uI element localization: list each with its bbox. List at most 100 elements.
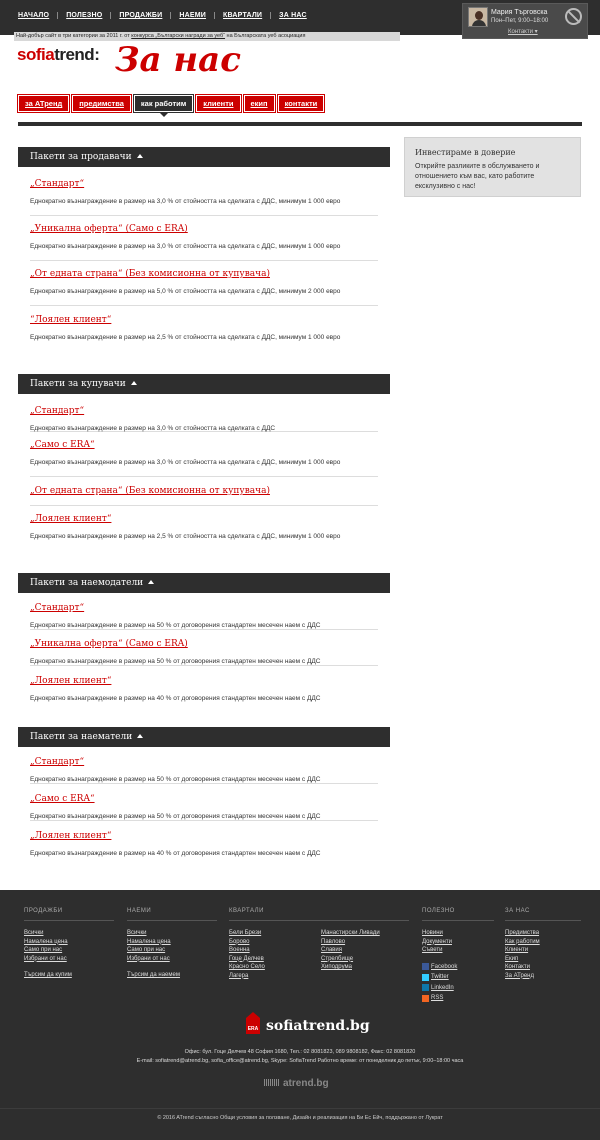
package-item: „Само с ERA“ Еднократно възнаграждение в… [30,794,378,821]
package-title[interactable]: „От едната страна“ (Без комисионна от ку… [30,486,378,496]
rss-link[interactable]: RSS [422,994,494,1003]
package-title[interactable]: „Лоялен клиент“ [30,831,378,841]
package-title[interactable]: „Само с ERA“ [30,440,378,450]
footer-link[interactable]: Всички [127,929,217,938]
nav-useful[interactable]: ПОЛЕЗНО [57,12,110,19]
package-desc: Еднократно възнаграждение в размер на 50… [30,776,321,783]
twitter-link[interactable]: Twitter [422,973,494,982]
package-title[interactable]: „Лоялен клиент“ [30,514,378,524]
nav-rent[interactable]: НАЕМИ [170,12,214,19]
package-item: „Лоялен клиент“ Еднократно възнаграждени… [30,676,378,703]
footer-link[interactable]: Хиподрума [321,963,380,972]
footer-link[interactable]: Предимства [505,929,581,938]
package-title[interactable]: „Уникална оферта“ (Само с ERA) [30,639,378,649]
footer-link[interactable]: Красно Село [229,963,321,972]
package-title[interactable]: „Лоялен клиент“ [30,676,378,686]
footer-link[interactable]: Избрани от нас [127,955,217,964]
footer-link[interactable]: Борово [229,938,321,947]
section-tenants: Пакети за наематели „Стандарт“ Еднократн… [18,727,390,862]
footer-link[interactable]: Намалена цена [24,938,114,947]
footer-link[interactable]: Търсим да наемем [127,971,217,980]
footer-link[interactable]: Лагера [229,972,321,981]
section-header[interactable]: Пакети за наематели [18,727,390,747]
footer-link[interactable]: Манастирски Ливади [321,929,380,938]
section-header[interactable]: Пакети за продавачи [18,147,390,167]
caret-up-icon [136,153,143,158]
footer-link[interactable]: Стрелбище [321,955,380,964]
tab-about-atrend[interactable]: за АТренд [16,94,71,113]
footer-link[interactable]: Бели Брези [229,929,321,938]
atrend-logo[interactable]: atrend.bg [264,1078,329,1089]
barcode-icon [264,1079,280,1086]
tab-team[interactable]: екип [242,94,276,113]
agent-contacts-link[interactable]: Контакти ▾ [508,28,538,35]
footer-link[interactable]: Търсим да купим [24,971,114,980]
agent-widget: Мария Търговска Пон–Пет, 9:00–18:00 Конт… [462,3,588,39]
logo-part-2: trend [54,45,95,64]
tab-clients[interactable]: клиенти [195,94,242,113]
linkedin-icon [422,984,429,992]
footer: ПРОДАЖБИ Всички Намалена цена Само при н… [0,890,600,1140]
package-item: „Стандарт“ Еднократно възнаграждение в р… [30,757,378,784]
footer-link[interactable]: Гоце Делчев [229,955,321,964]
footer-link[interactable]: Клиенти [505,946,581,955]
tab-contacts[interactable]: контакти [276,94,326,113]
footer-link[interactable]: За АТренд [505,972,581,981]
footer-link[interactable]: Новини [422,929,494,938]
footer-heading: ПОЛЕЗНО [422,908,494,921]
footer-link[interactable]: Само при нас [24,946,114,955]
top-nav: НАЧАЛО ПОЛЕЗНО ПРОДАЖБИ НАЕМИ КВАРТАЛИ З… [10,12,315,19]
social-label: LinkedIn [431,984,454,991]
footer-link[interactable]: Павлово [321,938,380,947]
tab-advantages[interactable]: предимства [71,94,132,113]
package-title[interactable]: „Стандарт“ [30,757,378,767]
section-header[interactable]: Пакети за купувачи [18,374,390,394]
package-desc: Еднократно възнаграждение в размер на 3,… [30,243,341,250]
footer-link[interactable]: Контакти [505,963,581,972]
agent-hours: Пон–Пет, 9:00–18:00 [491,18,549,24]
nav-sales[interactable]: ПРОДАЖБИ [110,12,170,19]
section-buyers: Пакети за купувачи „Стандарт“ Еднократно… [18,374,390,554]
footer-link[interactable]: Съвети [422,946,494,955]
footer-link[interactable]: Славия [321,946,380,955]
page-title: За нас [115,40,241,80]
footer-link[interactable]: Намалена цена [127,938,217,947]
package-title[interactable]: „Само с ERA“ [30,794,378,804]
close-icon[interactable] [565,8,582,25]
footer-link[interactable]: Всички [24,929,114,938]
footer-link[interactable]: Как работим [505,938,581,947]
footer-col-about: ЗА НАС Предимства Как работим Клиенти Ек… [505,908,581,980]
nav-districts[interactable]: КВАРТАЛИ [214,12,270,19]
package-desc: Еднократно възнаграждение в размер на 3,… [30,425,276,432]
section-header[interactable]: Пакети за наемодатели [18,573,390,593]
footer-link[interactable]: Само при нас [127,946,217,955]
package-desc: Еднократно възнаграждение в размер на 50… [30,658,321,665]
section-title: Пакети за купувачи [30,379,126,389]
facebook-link[interactable]: Facebook [422,963,494,972]
award-link[interactable]: конкурса „Български награди за уеб“ [131,33,225,39]
site-logo[interactable]: sofiatrend: [17,45,100,65]
nav-about[interactable]: ЗА НАС [270,12,315,19]
package-title[interactable]: „Стандарт“ [30,406,378,416]
caret-up-icon [148,579,155,584]
footer-link[interactable]: Избрани от нас [24,955,114,964]
nav-home[interactable]: НАЧАЛО [10,12,57,19]
footer-link[interactable]: Военна [229,946,321,955]
footer-brand[interactable]: ERA sofiatrend.bg [246,1012,370,1034]
brand-name: sofiatrend.bg [266,1018,370,1034]
package-desc: Еднократно възнаграждение в размер на 2,… [30,334,341,341]
footer-link[interactable]: Екип [505,955,581,964]
package-title[interactable]: „Стандарт“ [30,179,378,189]
twitter-icon [422,973,429,981]
package-title[interactable]: “Лоялен клиент“ [30,315,378,325]
package-title[interactable]: „От едната страна“ (Без комисионна от ку… [30,269,378,279]
social-label: RSS [431,995,444,1001]
package-title[interactable]: „Уникална оферта“ (Само с ERA) [30,224,378,234]
footer-col-useful: ПОЛЕЗНО Новини Документи Съвети Facebook… [422,908,494,1005]
footer-link[interactable]: Документи [422,938,494,947]
agent-contacts-label: Контакти [508,29,533,35]
award-text-pre: Най-добър сайт в три категории за 2011 г… [16,33,132,39]
tab-how-we-work[interactable]: как работим [132,94,195,117]
package-title[interactable]: „Стандарт“ [30,603,378,613]
linkedin-link[interactable]: LinkedIn [422,984,494,993]
